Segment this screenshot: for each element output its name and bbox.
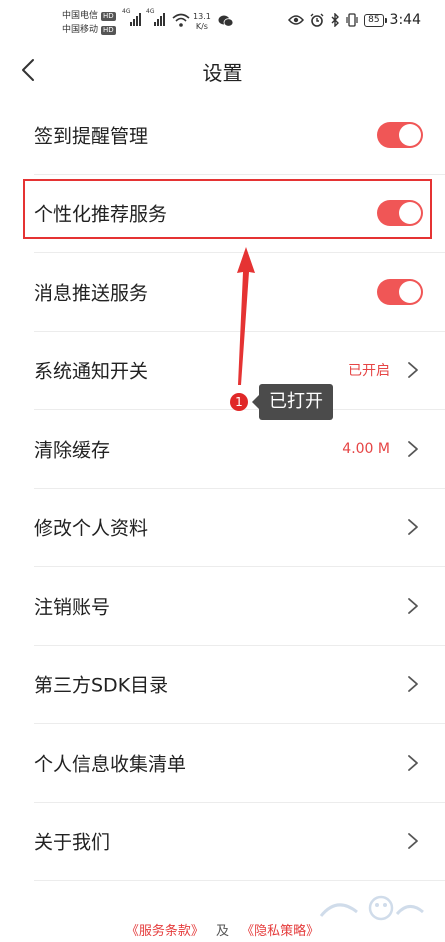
carrier-1: 中国电信 — [62, 11, 99, 21]
step-badge: 1 — [230, 393, 248, 411]
highlight-box — [23, 179, 432, 239]
setting-label: 个人信息收集清单 — [34, 753, 187, 776]
alarm-icon — [310, 13, 324, 27]
toggle-knob — [399, 280, 421, 303]
watermark-logo — [319, 895, 424, 921]
hd-badge: HD — [101, 25, 116, 35]
setting-label: 修改个人资料 — [34, 517, 149, 540]
setting-about-us[interactable]: 关于我们 — [34, 803, 445, 881]
battery-indicator: 85 — [364, 13, 388, 27]
bluetooth-icon — [331, 13, 340, 27]
carrier-info: 中国电信 HD 中国移动 HD — [62, 9, 116, 37]
setting-value: 已开启 — [348, 363, 390, 380]
chevron-right-icon — [408, 833, 418, 850]
setting-label: 第三方SDK目录 — [34, 674, 169, 697]
setting-clear-cache[interactable]: 清除缓存 4.00 M — [34, 410, 445, 489]
setting-checkin-reminder[interactable]: 签到提醒管理 — [34, 96, 445, 175]
status-bar: 中国电信 HD 中国移动 HD 4G 4G 13.1 K/s 85 3:44 — [0, 0, 445, 44]
nav-bar: 设置 — [0, 44, 445, 96]
wechat-icon — [218, 15, 234, 27]
page-title: 设置 — [202, 61, 243, 85]
setting-value: 4.00 M — [342, 440, 390, 457]
hd-badge: HD — [101, 11, 116, 21]
wifi-icon — [172, 13, 190, 27]
signal-icon: 4G — [122, 8, 141, 26]
signal-icon: 4G — [146, 8, 165, 26]
status-right: 85 3:44 — [288, 12, 421, 28]
chevron-right-icon — [408, 519, 418, 536]
push-notification-toggle[interactable] — [377, 278, 423, 305]
annotation-tooltip: 已打开 — [252, 384, 333, 420]
chevron-right-icon — [408, 362, 418, 379]
chevron-right-icon — [408, 754, 418, 771]
setting-label: 关于我们 — [34, 831, 111, 854]
toggle-knob — [399, 123, 421, 146]
annotation-arrow — [237, 247, 255, 385]
setting-third-party-sdk[interactable]: 第三方SDK目录 — [34, 646, 445, 724]
setting-label: 注销账号 — [34, 596, 111, 619]
setting-label: 清除缓存 — [34, 439, 111, 462]
setting-label: 系统通知开关 — [34, 360, 149, 383]
chevron-right-icon — [408, 597, 418, 614]
network-speed: 13.1 K/s — [193, 12, 211, 31]
clock: 3:44 — [389, 12, 421, 28]
checkin-reminder-toggle[interactable] — [377, 121, 423, 148]
footer-separator: 及 — [215, 924, 229, 939]
carrier-2: 中国移动 — [62, 25, 99, 35]
chevron-right-icon — [408, 440, 418, 457]
setting-edit-profile[interactable]: 修改个人资料 — [34, 489, 445, 567]
setting-delete-account[interactable]: 注销账号 — [34, 567, 445, 646]
chevron-right-icon — [408, 676, 418, 693]
setting-personal-info-list[interactable]: 个人信息收集清单 — [34, 724, 445, 803]
vibrate-icon — [346, 13, 358, 27]
setting-label: 签到提醒管理 — [34, 125, 149, 148]
terms-link[interactable]: 《服务条款》 — [126, 924, 204, 939]
eye-icon — [288, 15, 305, 25]
privacy-link[interactable]: 《隐私策略》 — [241, 924, 319, 939]
setting-label: 消息推送服务 — [34, 282, 149, 305]
